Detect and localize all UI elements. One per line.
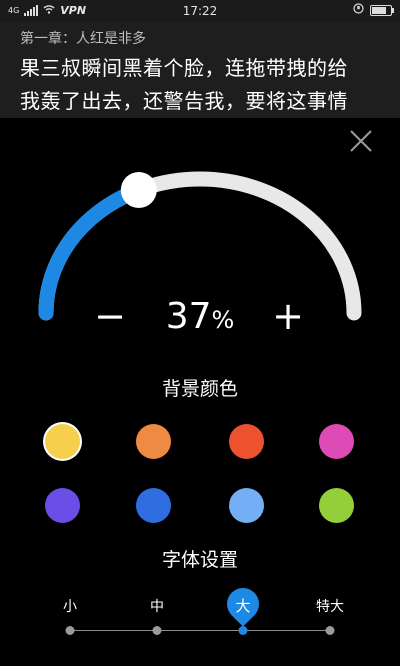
color-swatch-magenta[interactable] [318,423,354,459]
font-size-option[interactable]: 特大 [316,596,344,616]
font-size-stop[interactable] [238,626,248,635]
battery-icon [370,4,394,16]
font-size-option[interactable]: 大 [235,595,250,616]
background-color-title: 背景颜色 [161,378,238,400]
reader-line: 果三叔瞬间黑着个脸，连拖带拽的给 [20,56,348,80]
status-bar: 4G VPN 17:22 [0,0,400,22]
font-size-stop[interactable] [325,626,335,635]
reader-line: 我轰了出去，还警告我，要将这事情 [20,89,348,113]
color-swatch-yellow[interactable] [44,423,80,459]
alarm-icon [353,3,364,17]
font-settings-title: 字体设置 [161,549,238,571]
chapter-title: 第一章：人红是非多 [20,31,146,47]
brightness-plus-button[interactable]: + [270,294,306,338]
reader-text: 果三叔瞬间黑着个脸，连拖带拽的给 我轰了出去，还警告我，要将这事情 [20,52,385,118]
brightness-value-number: 37 [165,296,212,337]
brightness-value: 37% [0,296,400,337]
status-right [353,3,394,17]
font-size-option[interactable]: 小 [63,596,77,616]
font-size-track[interactable] [70,630,330,631]
color-swatch-red[interactable] [228,423,264,459]
status-time: 17:22 [182,4,218,18]
color-swatch-blue[interactable] [135,487,171,523]
reader-content: 第一章：人红是非多 果三叔瞬间黑着个脸，连拖带拽的给 我轰了出去，还警告我，要将… [0,22,400,118]
font-size-option[interactable]: 中 [150,596,164,616]
font-size-stop[interactable] [152,626,162,635]
brightness-track [38,171,362,321]
font-size-stop[interactable] [65,626,75,635]
brightness-knob [120,172,157,208]
color-swatch-light-blue[interactable] [228,487,264,523]
font-size-options: 小 中 大 特大 [0,581,400,627]
color-swatch-orange[interactable] [135,423,171,459]
color-swatch-purple[interactable] [44,487,80,523]
color-swatch-green[interactable] [318,487,354,523]
brightness-value-unit: % [211,306,235,334]
reading-settings-panel: − 37% + 背景颜色 字体设置 小中大特大 [0,118,400,666]
